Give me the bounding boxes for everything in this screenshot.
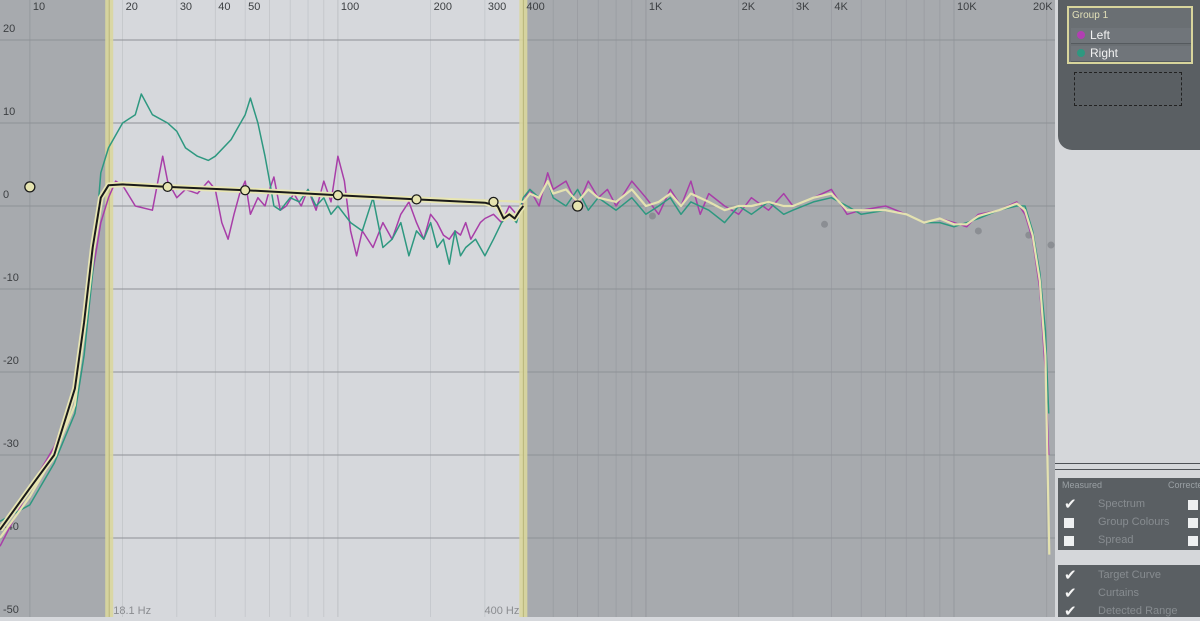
x-tick-label: 20K (1033, 1, 1053, 13)
inactive-control-point (974, 227, 982, 235)
x-tick-label: 100 (341, 1, 359, 13)
corrected-header: Corrected (1168, 480, 1200, 490)
y-tick-label: 10 (3, 106, 15, 118)
spectrum-measured-checkbox[interactable]: ✔ (1064, 497, 1077, 512)
measured-header: Measured (1062, 480, 1103, 490)
range-low-label: 18.1 Hz (113, 605, 151, 617)
toggle-label: Target Curve (1098, 569, 1161, 581)
y-tick-label: -30 (3, 438, 19, 450)
add-group-dropzone[interactable] (1074, 72, 1182, 106)
x-tick-label: 2K (742, 1, 756, 13)
channel-right-label: Right (1090, 46, 1119, 60)
group-panel: Group 1 Left Right (1058, 0, 1200, 150)
x-tick-label: 400 (526, 1, 544, 13)
target-control-point[interactable] (24, 181, 36, 193)
right-color-dot (1077, 49, 1085, 57)
toggle-label: Curtains (1098, 587, 1139, 599)
x-tick-label: 3K (796, 1, 810, 13)
channel-left[interactable]: Left (1071, 28, 1191, 44)
x-tick-label: 10 (33, 1, 45, 13)
range-high-label: 400 Hz (484, 605, 519, 617)
toggle-curtains: ✔ Curtains (1058, 585, 1200, 603)
group-box[interactable]: Group 1 Left Right (1067, 6, 1193, 64)
option-group-colours: Group Colours (1058, 514, 1200, 532)
y-tick-label: -20 (3, 355, 19, 367)
y-tick-label: -10 (3, 272, 19, 284)
option-label: Spread (1098, 534, 1134, 546)
toggle-target-curve: ✔ Target Curve (1058, 567, 1200, 585)
x-tick-label: 40 (218, 1, 230, 13)
target-control-point[interactable] (240, 185, 251, 196)
sidebar: Group 1 Left Right Measured Corrected ✔ … (1055, 0, 1200, 619)
inactive-control-point (821, 220, 829, 228)
option-label: Group Colours (1098, 516, 1170, 528)
channel-right[interactable]: Right (1071, 46, 1191, 62)
frequency-response-plot[interactable]: 10 20 30 40 50 100 200 300 400 1K 2K 3K 4K 10K 20K 20 10… (0, 0, 1055, 617)
overlay-toggles-panel: ✔ Target Curve ✔ Curtains ✔ Detected Ran… (1058, 565, 1200, 619)
detected-range-region (109, 0, 524, 617)
chart-canvas[interactable]: 10 20 30 40 50 100 200 300 400 1K 2K 3K 4K 10K 20K2010… (0, 0, 1055, 617)
target-control-point[interactable] (488, 196, 499, 208)
channel-left-label: Left (1090, 28, 1111, 42)
option-spectrum: ✔ Spectrum (1058, 496, 1200, 514)
y-tick-label: 0 (3, 189, 9, 201)
target-control-point[interactable] (162, 181, 173, 193)
y-tick-label: 20 (3, 23, 15, 35)
option-label: Spectrum (1098, 498, 1146, 510)
group-colours-corrected-checkbox[interactable] (1188, 518, 1198, 528)
x-tick-label: 50 (248, 1, 260, 13)
display-options-panel: Measured Corrected ✔ Spectrum Group Colo… (1058, 478, 1200, 550)
y-tick-label: -50 (3, 604, 19, 616)
x-tick-label: 200 (434, 1, 452, 13)
spread-measured-checkbox[interactable] (1064, 536, 1074, 546)
option-spread: Spread (1058, 532, 1200, 550)
x-tick-label: 20 (126, 1, 138, 13)
toggle-detected-range: ✔ Detected Range (1058, 603, 1200, 621)
toggle-label: Detected Range (1098, 605, 1178, 617)
detected-range-checkbox[interactable]: ✔ (1064, 604, 1077, 619)
left-color-dot (1077, 31, 1085, 39)
divider (1055, 463, 1200, 464)
inactive-control-point (648, 212, 656, 220)
x-tick-label: 30 (180, 1, 192, 13)
x-tick-label: 10K (957, 1, 977, 13)
inactive-control-point (1047, 241, 1055, 249)
spread-corrected-checkbox[interactable] (1188, 536, 1198, 546)
spectrum-corrected-checkbox[interactable] (1188, 500, 1198, 510)
x-tick-label: 300 (488, 1, 506, 13)
divider (1055, 469, 1200, 470)
target-control-point[interactable] (571, 200, 584, 212)
curtains-checkbox[interactable]: ✔ (1064, 586, 1077, 601)
group-title: Group 1 (1072, 10, 1109, 21)
x-tick-label: 1K (649, 1, 663, 13)
target-curve-checkbox[interactable]: ✔ (1064, 568, 1077, 583)
target-control-point[interactable] (411, 194, 422, 205)
group-colours-measured-checkbox[interactable] (1064, 518, 1074, 528)
x-tick-label: 4K (834, 1, 848, 13)
target-control-point[interactable] (332, 190, 344, 201)
